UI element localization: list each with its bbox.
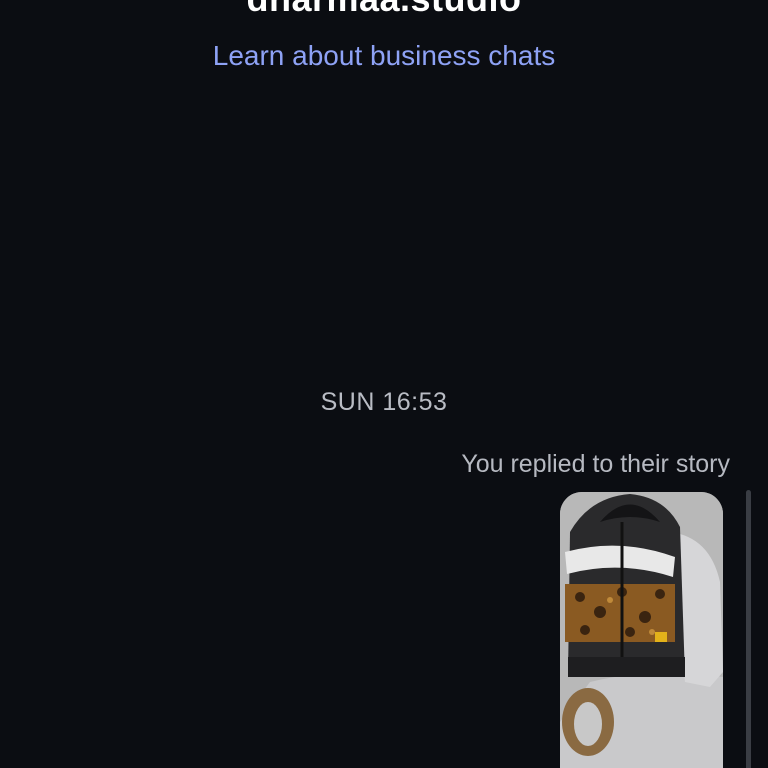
story-reply-label: You replied to their story <box>461 450 730 478</box>
story-preview-image[interactable] <box>560 492 723 768</box>
learn-business-chats-link[interactable]: Learn about business chats <box>0 40 768 72</box>
chat-screen: dharmaa.studio Learn about business chat… <box>0 0 768 768</box>
scrollbar[interactable] <box>746 490 751 768</box>
profile-name: dharmaa.studio <box>0 0 768 20</box>
hoodie-photo <box>560 492 723 768</box>
message-timestamp: SUN 16:53 <box>320 388 448 416</box>
